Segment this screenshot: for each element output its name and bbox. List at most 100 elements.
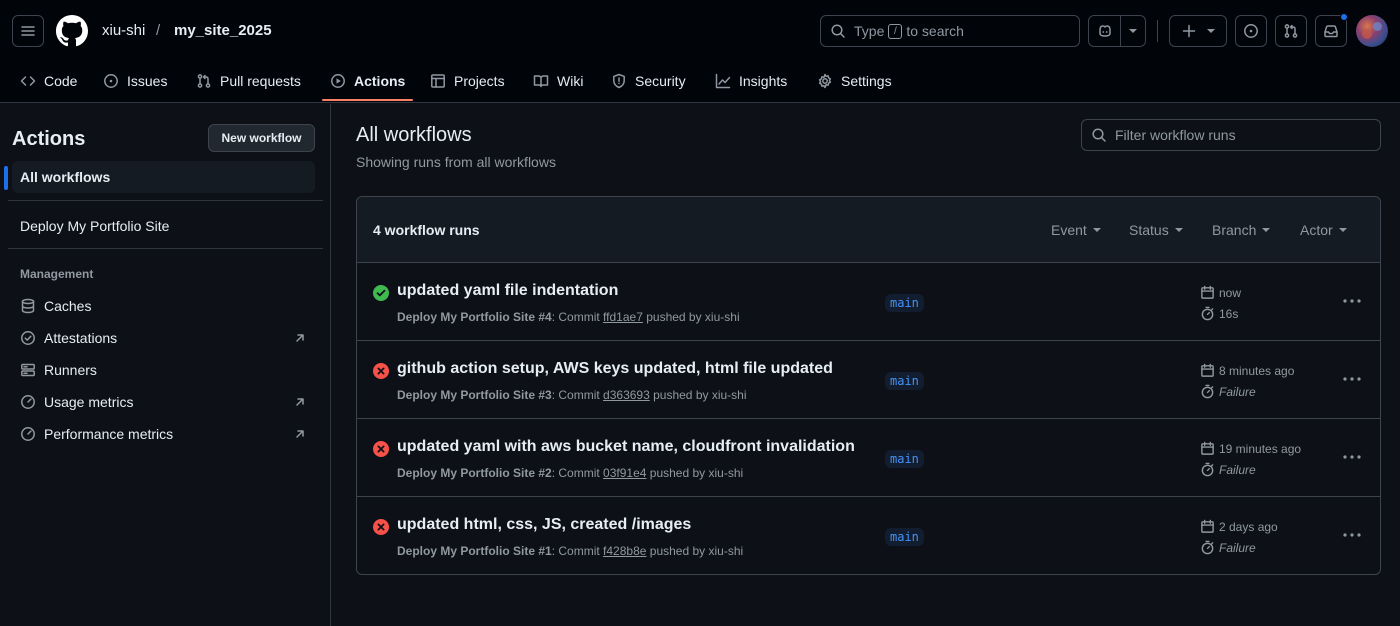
- repo-link[interactable]: my_site_2025: [174, 22, 272, 39]
- sidebar-item-runners[interactable]: Runners: [20, 354, 310, 386]
- book-icon: [533, 74, 549, 87]
- tab-security[interactable]: Security: [611, 58, 686, 103]
- branch-label[interactable]: main: [885, 372, 924, 390]
- copilot-button[interactable]: [1088, 15, 1146, 47]
- run-options-button[interactable]: [1340, 293, 1364, 309]
- chevron-down-icon: [1207, 29, 1215, 33]
- workflow-run-row[interactable]: github action setup, AWS keys updated, h…: [357, 341, 1380, 419]
- pull-request-icon: [1284, 24, 1298, 38]
- graph-icon: [715, 73, 731, 88]
- tab-label: Security: [635, 72, 686, 89]
- sidebar-item-usage-metrics[interactable]: Usage metrics: [20, 386, 310, 418]
- actor-filter-dropdown[interactable]: Actor: [1300, 222, 1347, 238]
- database-icon: [21, 298, 35, 314]
- commit-label: : Commit: [551, 310, 600, 324]
- menu-button[interactable]: [12, 15, 44, 47]
- tab-settings[interactable]: Settings: [817, 58, 892, 103]
- github-logo-icon[interactable]: [56, 15, 88, 47]
- arrow-up-right-icon: [296, 398, 304, 406]
- verified-icon: [21, 331, 35, 345]
- run-title-link[interactable]: updated yaml with aws bucket name, cloud…: [397, 438, 855, 456]
- filter-workflow-runs-input[interactable]: Filter workflow runs: [1081, 119, 1381, 151]
- search-icon: [1092, 128, 1106, 142]
- tab-pull-requests[interactable]: Pull requests: [196, 58, 301, 103]
- search-input[interactable]: Type / to search: [820, 15, 1080, 47]
- run-options-button[interactable]: [1340, 449, 1364, 465]
- commit-sha-link[interactable]: ffd1ae7: [603, 310, 643, 324]
- run-duration-label: Failure: [1219, 540, 1256, 555]
- workflow-run-row[interactable]: updated yaml file indentation Deploy My …: [357, 263, 1380, 341]
- branch-label[interactable]: main: [885, 528, 924, 546]
- commit-sha-link[interactable]: f428b8e: [603, 544, 646, 558]
- play-icon: [331, 73, 345, 88]
- run-duration: Failure: [1200, 462, 1256, 477]
- kebab-horizontal-icon: [1343, 377, 1361, 381]
- sidebar-item-attestations[interactable]: Attestations: [20, 322, 310, 354]
- sidebar-item-deploy-my-portfolio-site[interactable]: Deploy My Portfolio Site: [12, 210, 315, 242]
- tab-actions[interactable]: Actions: [330, 58, 405, 103]
- workflow-run-row[interactable]: updated html, css, JS, created /images D…: [357, 497, 1380, 574]
- calendar-icon: [1201, 285, 1214, 299]
- status-filter-dropdown[interactable]: Status: [1129, 222, 1183, 238]
- pull-requests-shortcut-button[interactable]: [1275, 15, 1307, 47]
- tab-insights[interactable]: Insights: [715, 58, 787, 103]
- meter-icon: [21, 427, 35, 441]
- copilot-dropdown[interactable]: [1121, 29, 1145, 33]
- run-duration: 16s: [1200, 306, 1238, 321]
- tab-label: Wiki: [557, 72, 584, 89]
- tab-wiki[interactable]: Wiki: [533, 58, 583, 103]
- repo-nav: Code Issues Pull requests Actions Projec…: [0, 58, 1400, 103]
- page-subtitle: Showing runs from all workflows: [356, 154, 556, 170]
- issues-shortcut-button[interactable]: [1235, 15, 1267, 47]
- commit-sha-link[interactable]: d363693: [603, 388, 650, 402]
- run-duration-label: Failure: [1219, 462, 1256, 477]
- run-time: 19 minutes ago: [1200, 441, 1301, 456]
- code-icon: [20, 75, 36, 86]
- run-title-link[interactable]: github action setup, AWS keys updated, h…: [397, 360, 833, 378]
- branch-label[interactable]: main: [885, 450, 924, 468]
- shield-icon: [613, 73, 625, 88]
- plus-icon: [1182, 24, 1196, 38]
- sidebar-item-performance-metrics[interactable]: Performance metrics: [20, 418, 310, 450]
- run-time: 2 days ago: [1200, 519, 1278, 534]
- run-time-label: 19 minutes ago: [1219, 441, 1302, 456]
- filter-label: Status: [1129, 222, 1169, 238]
- sidebar-item-label: Deploy My Portfolio Site: [20, 218, 170, 234]
- new-workflow-button[interactable]: New workflow: [208, 124, 315, 152]
- run-title-link[interactable]: updated yaml file indentation: [397, 282, 618, 300]
- event-filter-dropdown[interactable]: Event: [1051, 222, 1101, 238]
- sidebar-item-caches[interactable]: Caches: [20, 290, 310, 322]
- hamburger-icon: [21, 26, 35, 36]
- stopwatch-icon: [1201, 540, 1214, 555]
- owner-link[interactable]: xiu-shi: [102, 22, 145, 39]
- run-options-button[interactable]: [1340, 527, 1364, 543]
- tab-projects[interactable]: Projects: [430, 58, 505, 103]
- search-icon: [831, 24, 845, 38]
- run-title-link[interactable]: updated html, css, JS, created /images: [397, 516, 691, 534]
- run-meta: Deploy My Portfolio Site #3: Commit d363…: [397, 388, 747, 402]
- pushed-by: pushed by xiu-shi: [653, 388, 747, 402]
- tab-issues[interactable]: Issues: [103, 58, 167, 103]
- inbox-icon: [1324, 25, 1338, 38]
- management-heading: Management: [20, 267, 94, 281]
- sidebar-item-all-workflows[interactable]: All workflows: [12, 161, 315, 193]
- run-meta: Deploy My Portfolio Site #4: Commit ffd1…: [397, 310, 740, 324]
- create-new-button[interactable]: [1169, 15, 1227, 47]
- avatar[interactable]: [1356, 15, 1388, 47]
- run-time: now: [1200, 285, 1241, 300]
- header-divider: [1157, 20, 1158, 42]
- branch-filter-dropdown[interactable]: Branch: [1212, 222, 1271, 238]
- breadcrumb-separator: /: [156, 22, 161, 39]
- search-key-hint: /: [888, 23, 903, 39]
- stopwatch-icon: [1201, 306, 1214, 321]
- commit-sha-link[interactable]: 03f91e4: [603, 466, 646, 480]
- run-duration: Failure: [1200, 384, 1256, 399]
- tab-label: Projects: [454, 72, 505, 89]
- run-options-button[interactable]: [1340, 371, 1364, 387]
- branch-label[interactable]: main: [885, 294, 924, 312]
- tab-code[interactable]: Code: [20, 58, 77, 103]
- workflow-run-row[interactable]: updated yaml with aws bucket name, cloud…: [357, 419, 1380, 497]
- pushed-by: pushed by xiu-shi: [649, 466, 744, 480]
- tab-label: Actions: [354, 72, 406, 89]
- workflow-name: Deploy My Portfolio Site #2: [397, 466, 552, 480]
